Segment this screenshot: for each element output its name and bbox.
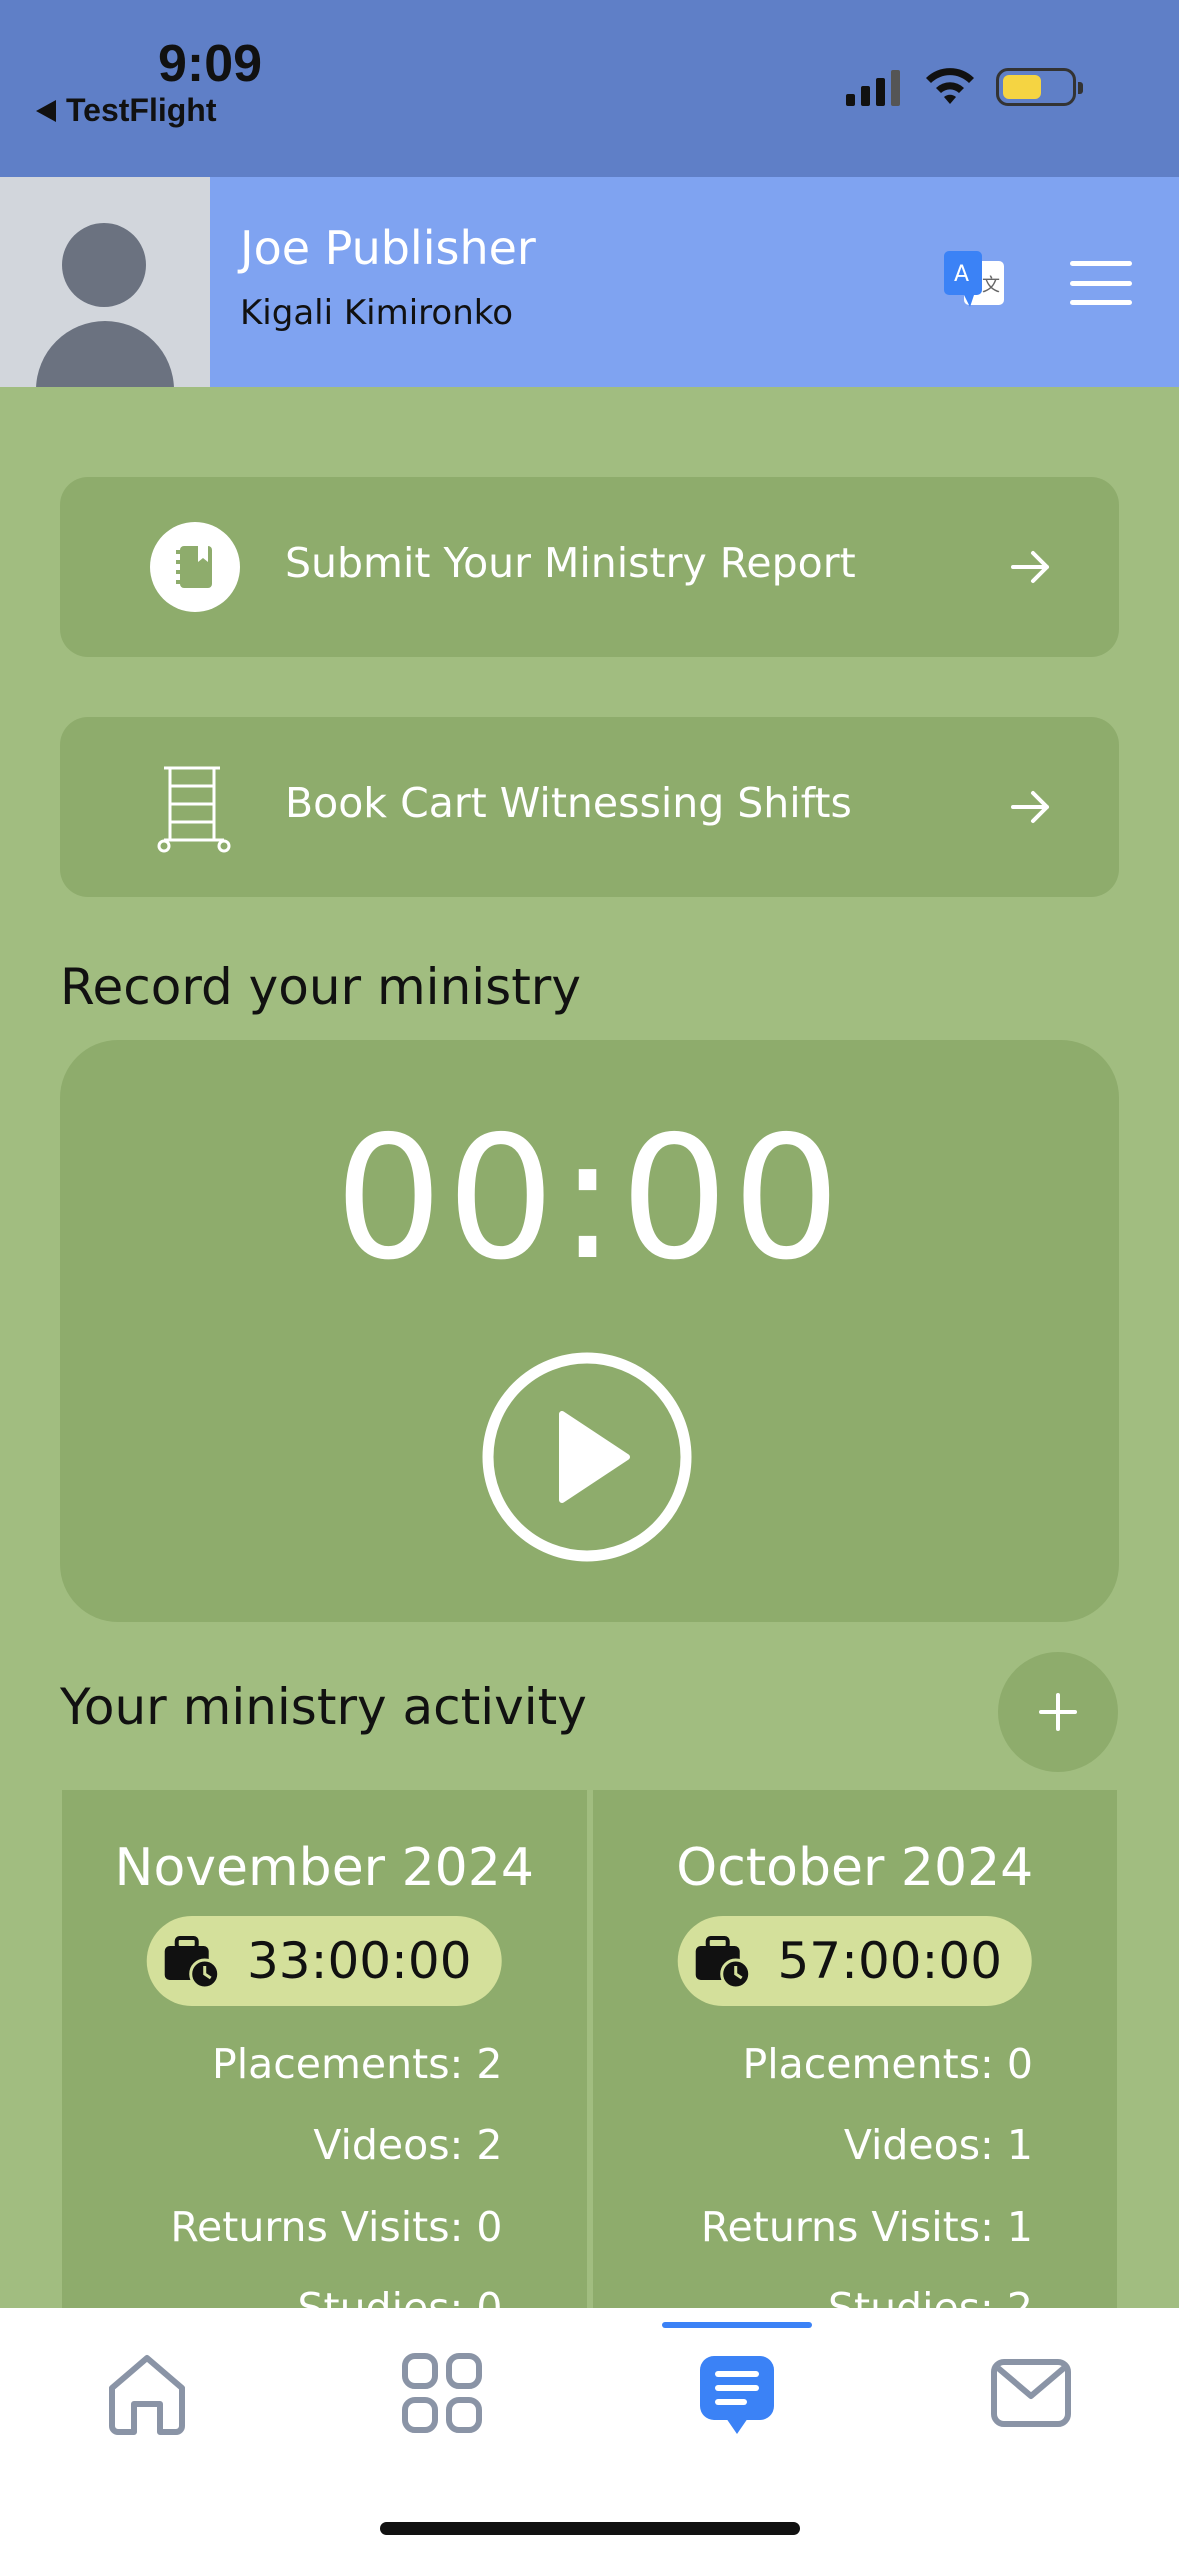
hours-value: 33:00:00 [246, 1932, 472, 1990]
activity-list: November 2024 33:00:00 Placements: 2 Vid… [62, 1790, 1117, 2310]
add-activity-button[interactable] [998, 1652, 1118, 1772]
submit-report-button[interactable]: Submit Your Ministry Report [60, 477, 1119, 657]
profile-header: Joe Publisher Kigali Kimironko A 文 [0, 177, 1179, 387]
apps-grid-icon[interactable] [397, 2348, 487, 2438]
book-cart-label: Book Cart Witnessing Shifts [285, 779, 852, 827]
back-label: TestFlight [66, 92, 217, 128]
timer-display: 00:00 [334, 1100, 845, 1298]
wifi-icon [926, 68, 974, 104]
book-cart-icon [157, 766, 231, 853]
videos-stat: Videos: 2 [313, 2121, 503, 2169]
activity-month-card[interactable]: November 2024 33:00:00 Placements: 2 Vid… [62, 1790, 587, 2310]
congregation-name: Kigali Kimironko [240, 293, 514, 333]
status-bar: 9:09 TestFlight [0, 0, 1179, 177]
battery-icon [996, 68, 1083, 106]
mail-icon[interactable] [986, 2348, 1076, 2438]
briefcase-clock-icon [695, 1936, 751, 1990]
briefcase-clock-icon [164, 1936, 221, 1990]
arrow-right-icon [1011, 791, 1049, 823]
translate-icon[interactable]: A 文 [940, 247, 1008, 315]
placements-stat: Placements: 0 [742, 2040, 1033, 2088]
hours-value: 57:00:00 [777, 1932, 1003, 1990]
report-chat-icon[interactable] [692, 2348, 782, 2438]
record-ministry-title: Record your ministry [60, 958, 581, 1016]
home-indicator [380, 2522, 800, 2535]
placements-stat: Placements: 2 [211, 2040, 503, 2088]
active-tab-indicator [662, 2322, 812, 2328]
return-visits-stat: Returns Visits: 0 [170, 2203, 503, 2251]
ministry-activity-title: Your ministry activity [60, 1678, 587, 1736]
hours-badge: 33:00:00 [146, 1916, 502, 2006]
book-cart-shifts-button[interactable]: Book Cart Witnessing Shifts [60, 717, 1119, 897]
hours-badge: 57:00:00 [677, 1916, 1033, 2006]
home-icon[interactable] [102, 2348, 192, 2438]
back-arrow-icon [36, 99, 56, 122]
activity-month-card[interactable]: October 2024 57:00:00 Placements: 0 Vide… [592, 1790, 1117, 2310]
svg-text:文: 文 [982, 275, 1000, 296]
avatar[interactable] [0, 177, 210, 387]
status-time: 9:09 [158, 35, 263, 93]
activity-month: November 2024 [114, 1838, 534, 1898]
user-name: Joe Publisher [240, 221, 536, 275]
hamburger-menu-icon[interactable] [1070, 261, 1132, 305]
back-to-testflight[interactable]: TestFlight [36, 92, 217, 129]
arrow-right-icon [1011, 551, 1049, 583]
studies-stat: Studies: 2 [827, 2284, 1033, 2310]
cellular-signal-icon [846, 68, 900, 106]
timer-card: 00:00 [60, 1040, 1119, 1622]
studies-stat: Studies: 0 [297, 2284, 503, 2310]
activity-month: October 2024 [676, 1838, 1034, 1898]
return-visits-stat: Returns Visits: 1 [700, 2203, 1033, 2251]
svg-text:A: A [954, 262, 969, 287]
bottom-navigation [0, 2308, 1179, 2556]
submit-report-label: Submit Your Ministry Report [285, 539, 856, 587]
play-icon[interactable] [482, 1352, 692, 1562]
notebook-icon [150, 522, 240, 612]
videos-stat: Videos: 1 [843, 2121, 1033, 2169]
